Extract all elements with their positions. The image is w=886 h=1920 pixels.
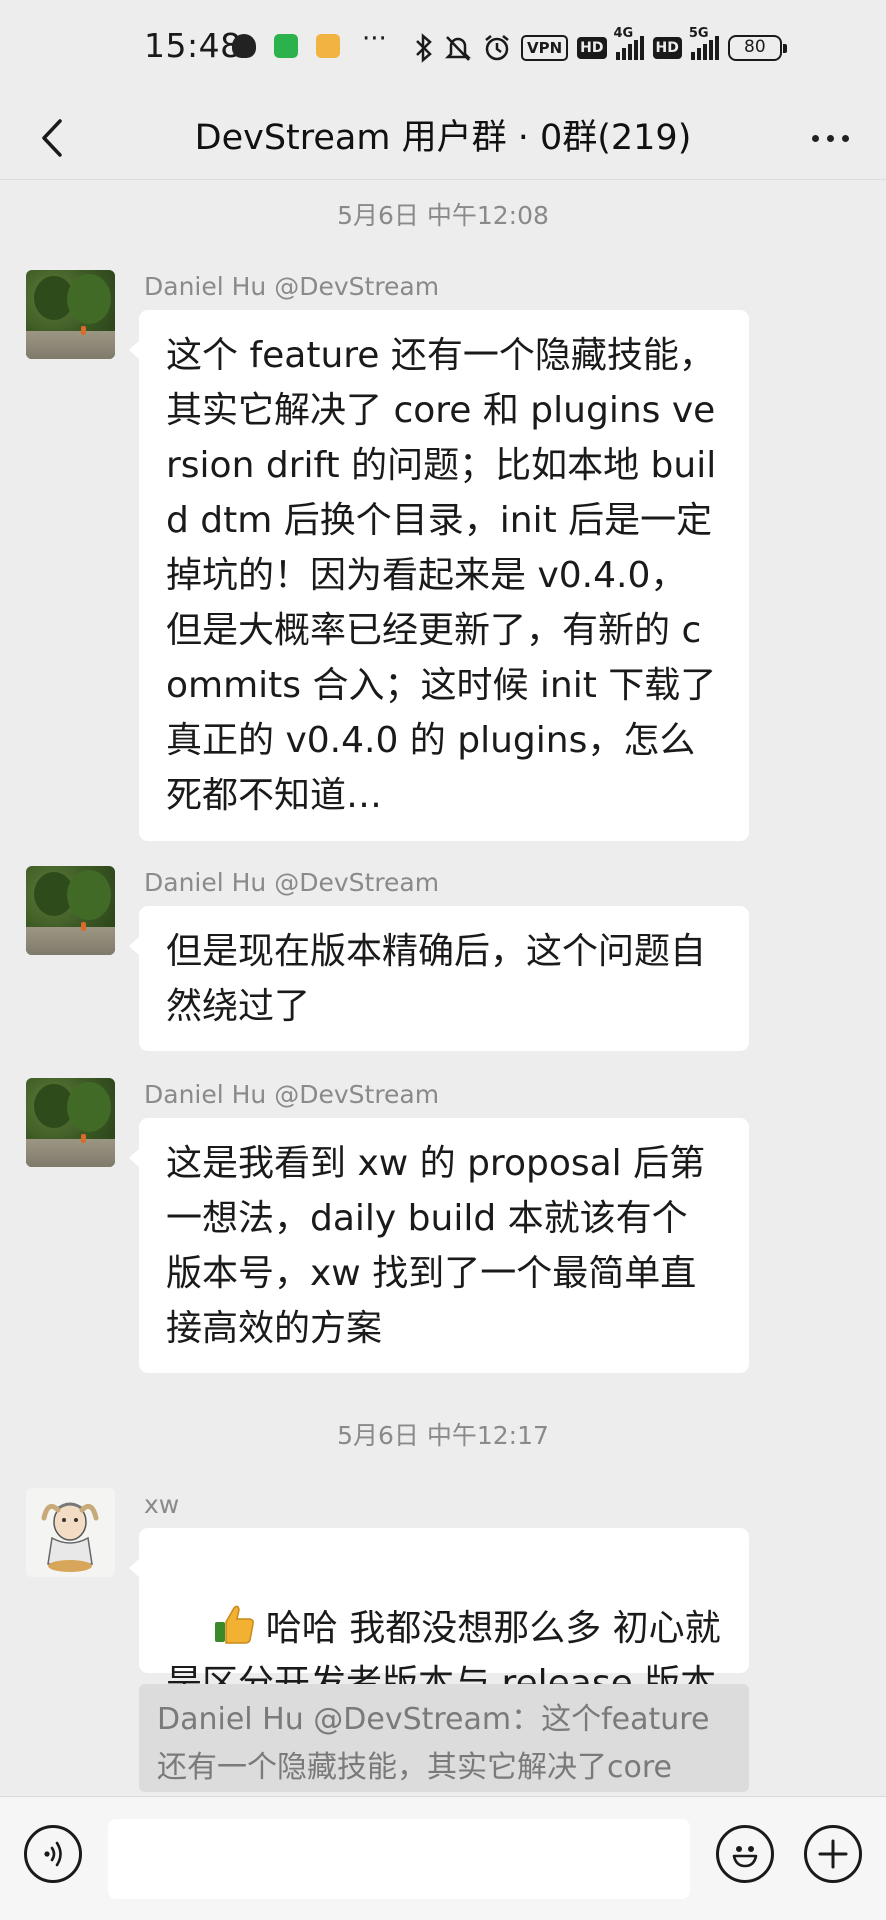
chat-title: DevStream 用户群 · 0群(219) xyxy=(194,118,692,158)
phone-notification-icon xyxy=(274,34,298,58)
voice-input-button[interactable] xyxy=(24,1825,82,1883)
message-bubble[interactable]: 但是现在版本精确后，这个问题自然绕过了 xyxy=(129,906,749,1051)
plus-icon xyxy=(818,1839,848,1869)
dot-icon xyxy=(841,134,849,142)
signal-4g-icon: 4G xyxy=(614,26,644,60)
avatar[interactable] xyxy=(26,270,115,359)
thumbs-up-icon xyxy=(214,1605,254,1644)
message-bubble[interactable]: 这是我看到 xw 的 proposal 后第一想法，daily build 本就… xyxy=(129,1118,749,1373)
message-bubble[interactable]: 这个 feature 还有一个隐藏技能，其实它解决了 core 和 plugin… xyxy=(129,310,749,841)
back-button[interactable] xyxy=(24,110,80,166)
more-options-button[interactable] xyxy=(798,110,862,166)
sender-name: xw xyxy=(144,1490,180,1519)
hd-icon-2: HD xyxy=(652,37,682,59)
smiley-icon xyxy=(732,1846,758,1868)
status-bar: 15:48 ··· VPN HD 4G HD 5G 80 xyxy=(0,0,886,96)
signal-5g-icon: 5G xyxy=(689,26,719,60)
hd-icon: HD xyxy=(577,37,607,59)
voice-icon xyxy=(44,1841,62,1867)
sender-name: Daniel Hu @DevStream xyxy=(144,1080,440,1109)
vpn-icon: VPN xyxy=(521,35,569,61)
avatar[interactable] xyxy=(26,1078,115,1167)
dot-icon xyxy=(826,134,834,142)
status-time: 15:48 xyxy=(144,26,242,65)
dot-icon xyxy=(811,134,819,142)
status-icons: VPN HD 4G HD 5G 80 xyxy=(414,26,787,68)
sender-name: Daniel Hu @DevStream xyxy=(144,868,440,897)
emoji-button[interactable] xyxy=(716,1825,774,1883)
chat-header: DevStream 用户群 · 0群(219) xyxy=(0,96,886,180)
timestamp: 5月6日 中午12:08 xyxy=(337,201,549,230)
more-notifications-indicator: ··· xyxy=(362,24,387,54)
chevron-left-icon xyxy=(42,119,62,157)
quoted-message[interactable]: Daniel Hu @DevStream：这个feature还有一个隐藏技能，其… xyxy=(139,1684,749,1833)
cartoon-avatar-icon xyxy=(26,1488,115,1577)
timestamp: 5月6日 中午12:17 xyxy=(337,1421,549,1450)
alarm-icon xyxy=(482,33,512,63)
qq-notification-icon xyxy=(232,34,256,58)
mute-bell-icon xyxy=(443,33,473,63)
bluetooth-icon xyxy=(414,33,434,63)
input-bar xyxy=(0,1796,886,1920)
message-bubble[interactable]: 哈哈 我都没想那么多 初心就是区分开发者版本与 release 版本 xyxy=(129,1528,749,1704)
message-input[interactable] xyxy=(108,1819,690,1899)
message-notification-icon xyxy=(316,34,340,58)
more-actions-button[interactable] xyxy=(804,1825,862,1883)
sender-name: Daniel Hu @DevStream xyxy=(144,272,440,301)
battery-icon: 80 xyxy=(727,35,787,61)
avatar[interactable] xyxy=(26,1488,115,1577)
avatar[interactable] xyxy=(26,866,115,955)
